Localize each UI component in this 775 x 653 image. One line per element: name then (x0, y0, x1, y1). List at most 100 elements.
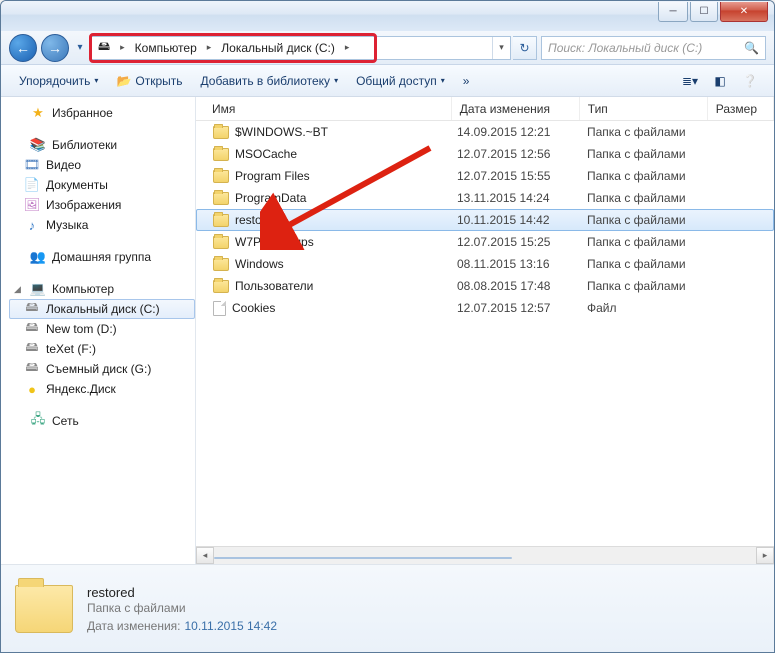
path-sep-icon[interactable]: ▸ (116, 42, 129, 53)
file-row[interactable]: Пользователи08.08.2015 17:48Папка с файл… (196, 275, 774, 297)
address-bar[interactable]: 🖴 ▸ Компьютер ▸ Локальный диск (C:) ▸ ▾ (91, 36, 511, 60)
file-date: 13.11.2015 14:24 (457, 191, 587, 205)
nav-homegroup[interactable]: 👥Домашняя группа (9, 247, 195, 267)
column-date[interactable]: Дата изменения (452, 97, 580, 120)
minimize-icon: ─ (669, 6, 676, 17)
column-name[interactable]: Имя (196, 97, 452, 120)
add-to-library-button[interactable]: Добавить в библиотеку▾ (193, 70, 347, 92)
video-icon: 🎞 (24, 157, 40, 173)
column-size[interactable]: Размер (708, 97, 774, 120)
view-button[interactable]: ≣▾ (676, 69, 704, 93)
computer-icon: 💻 (30, 281, 46, 297)
nav-computer[interactable]: ◢💻Компьютер (9, 279, 195, 299)
maximize-button[interactable]: ☐ (690, 2, 718, 22)
file-date: 10.11.2015 14:42 (457, 213, 587, 227)
preview-icon: ◧ (714, 74, 725, 88)
minimize-button[interactable]: ─ (658, 2, 688, 22)
breadcrumb-computer[interactable]: Компьютер (129, 37, 203, 59)
breadcrumb-drive[interactable]: Локальный диск (C:) (215, 37, 341, 59)
file-row[interactable]: W7P_Backups12.07.2015 15:25Папка с файла… (196, 231, 774, 253)
back-button[interactable]: ← (9, 34, 37, 62)
forward-button[interactable]: → (41, 34, 69, 62)
nav-libraries[interactable]: 📚Библиотеки (9, 135, 195, 155)
titlebar: ─ ☐ ✕ (1, 1, 774, 31)
close-button[interactable]: ✕ (720, 2, 768, 22)
help-icon: ❔ (743, 74, 758, 88)
nav-drive-g[interactable]: 🖴Съемный диск (G:) (9, 359, 195, 379)
nav-documents[interactable]: 📄Документы (9, 175, 195, 195)
folder-icon (15, 585, 73, 633)
nav-video[interactable]: 🎞Видео (9, 155, 195, 175)
organize-button[interactable]: Упорядочить▾ (11, 70, 106, 92)
maximize-icon: ☐ (700, 6, 709, 17)
file-row[interactable]: Cookies12.07.2015 12:57Файл (196, 297, 774, 319)
open-button[interactable]: 📂Открыть (108, 70, 190, 92)
nav-pictures[interactable]: 🖼Изображения (9, 195, 195, 215)
folder-icon (213, 148, 229, 161)
nav-drive-f[interactable]: 🖴teXet (F:) (9, 339, 195, 359)
file-type: Папка с файлами (587, 191, 717, 205)
library-icon: 📚 (30, 137, 46, 153)
file-date: 12.07.2015 15:25 (457, 235, 587, 249)
details-name: restored (87, 585, 277, 600)
folder-icon (213, 192, 229, 205)
file-type: Папка с файлами (587, 169, 717, 183)
path-sep-icon[interactable]: ▸ (203, 42, 216, 53)
file-date: 12.07.2015 12:56 (457, 147, 587, 161)
nav-yandex-disk[interactable]: ●Яндекс.Диск (9, 379, 195, 399)
file-name: MSOCache (235, 147, 297, 161)
scroll-left-button[interactable]: ◂ (196, 547, 214, 564)
file-rows[interactable]: $WINDOWS.~BT14.09.2015 12:21Папка с файл… (196, 121, 774, 546)
collapse-icon: ◢ (14, 284, 24, 295)
preview-pane-button[interactable]: ◧ (706, 69, 734, 93)
folder-icon (213, 258, 229, 271)
folder-icon (213, 214, 229, 227)
file-row[interactable]: Program Files12.07.2015 15:55Папка с фай… (196, 165, 774, 187)
folder-icon (213, 126, 229, 139)
scroll-right-button[interactable]: ▸ (756, 547, 774, 564)
toolbar-overflow[interactable]: » (455, 70, 478, 92)
path-sep-icon[interactable]: ▸ (341, 42, 354, 53)
file-list-pane: Имя Дата изменения Тип Размер $WINDOWS.~… (196, 97, 774, 564)
file-row[interactable]: Windows08.11.2015 13:16Папка с файлами (196, 253, 774, 275)
file-row[interactable]: MSOCache 12.07.2015 12:56Папка с файлами (196, 143, 774, 165)
scroll-thumb[interactable] (214, 557, 512, 559)
horizontal-scrollbar[interactable]: ◂ ▸ (196, 546, 774, 564)
refresh-button[interactable]: ↻ (513, 36, 537, 60)
details-pane: restored Папка с файлами Дата изменения:… (1, 564, 774, 652)
view-icon: ≣ (682, 74, 692, 88)
refresh-icon: ↻ (519, 41, 529, 55)
help-button[interactable]: ❔ (736, 69, 764, 93)
search-placeholder: Поиск: Локальный диск (C:) (548, 41, 702, 55)
toolbar: Упорядочить▾ 📂Открыть Добавить в библиот… (1, 65, 774, 97)
nav-pane[interactable]: ★Избранное 📚Библиотеки 🎞Видео 📄Документы… (1, 97, 196, 564)
history-dropdown[interactable]: ▾ (73, 36, 87, 60)
file-type: Папка с файлами (587, 147, 717, 161)
file-name: Program Files (235, 169, 310, 183)
chevron-down-icon: ▾ (94, 76, 98, 85)
nav-network[interactable]: 🖧Сеть (9, 411, 195, 431)
nav-favorites[interactable]: ★Избранное (9, 103, 195, 123)
file-name: ProgramData (235, 191, 306, 205)
back-icon: ← (16, 40, 30, 56)
nav-drive-d[interactable]: 🖴New tom (D:) (9, 319, 195, 339)
search-input[interactable]: Поиск: Локальный диск (C:) 🔍 (541, 36, 766, 60)
file-date: 14.09.2015 12:21 (457, 125, 587, 139)
file-name: Cookies (232, 301, 275, 315)
explorer-window: ─ ☐ ✕ ← → ▾ 🖴 ▸ Компьютер ▸ Локальный ди… (0, 0, 775, 653)
address-dropdown[interactable]: ▾ (492, 37, 510, 59)
share-button[interactable]: Общий доступ▾ (348, 70, 453, 92)
folder-icon (213, 280, 229, 293)
drive-icon: 🖴 (98, 37, 110, 58)
file-row[interactable]: $WINDOWS.~BT14.09.2015 12:21Папка с файл… (196, 121, 774, 143)
file-type: Папка с файлами (587, 213, 717, 227)
nav-drive-c[interactable]: 🖴Локальный диск (C:) (9, 299, 195, 319)
file-type: Папка с файлами (587, 257, 717, 271)
chevron-down-icon: ▾ (692, 74, 698, 88)
image-icon: 🖼 (24, 197, 40, 213)
column-type[interactable]: Тип (580, 97, 708, 120)
file-row[interactable]: restored10.11.2015 14:42Папка с файлами (196, 209, 774, 231)
nav-music[interactable]: ♪Музыка (9, 215, 195, 235)
file-row[interactable]: ProgramData 13.11.2015 14:24Папка с файла… (196, 187, 774, 209)
usb-drive-icon: 🖴 (24, 361, 40, 377)
